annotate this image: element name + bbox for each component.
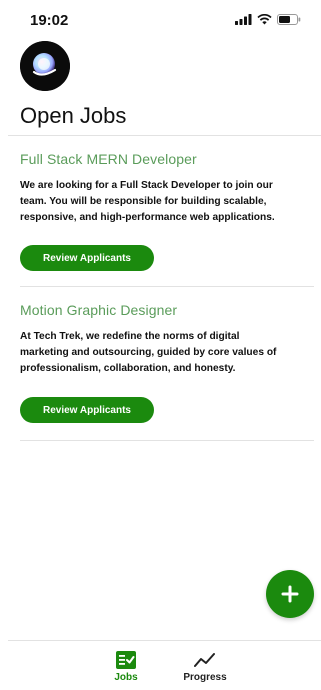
plus-icon — [281, 585, 299, 603]
signal-icon — [235, 14, 252, 25]
tab-jobs[interactable]: Jobs — [96, 651, 156, 683]
job-title[interactable]: Motion Graphic Designer — [20, 302, 310, 318]
job-card: Motion Graphic Designer At Tech Trek, we… — [20, 302, 310, 423]
add-job-button[interactable] — [266, 570, 314, 618]
avatar[interactable] — [20, 41, 70, 91]
bottom-tab-bar: Jobs Progress — [8, 640, 321, 690]
trend-line-icon — [194, 653, 215, 667]
wifi-icon — [257, 14, 272, 25]
job-card: Full Stack MERN Developer We are looking… — [20, 151, 310, 271]
title-divider — [8, 135, 321, 136]
job-divider — [20, 286, 314, 287]
review-applicants-button[interactable]: Review Applicants — [20, 245, 154, 271]
tab-progress-label: Progress — [183, 672, 227, 683]
status-icons — [235, 14, 301, 25]
job-title[interactable]: Full Stack MERN Developer — [20, 151, 310, 167]
job-divider — [20, 440, 314, 441]
tab-progress[interactable]: Progress — [175, 651, 235, 683]
status-bar: 19:02 — [0, 0, 321, 40]
job-description: We are looking for a Full Stack Develope… — [20, 180, 275, 224]
job-description: At Tech Trek, we redefine the norms of d… — [20, 331, 277, 375]
status-time: 19:02 — [30, 12, 69, 29]
jobs-checklist-icon — [116, 651, 136, 669]
page-title: Open Jobs — [20, 103, 127, 128]
profile-logo-icon — [20, 41, 70, 91]
review-applicants-button[interactable]: Review Applicants — [20, 397, 154, 423]
tab-jobs-label: Jobs — [114, 672, 138, 683]
battery-icon — [277, 14, 301, 25]
